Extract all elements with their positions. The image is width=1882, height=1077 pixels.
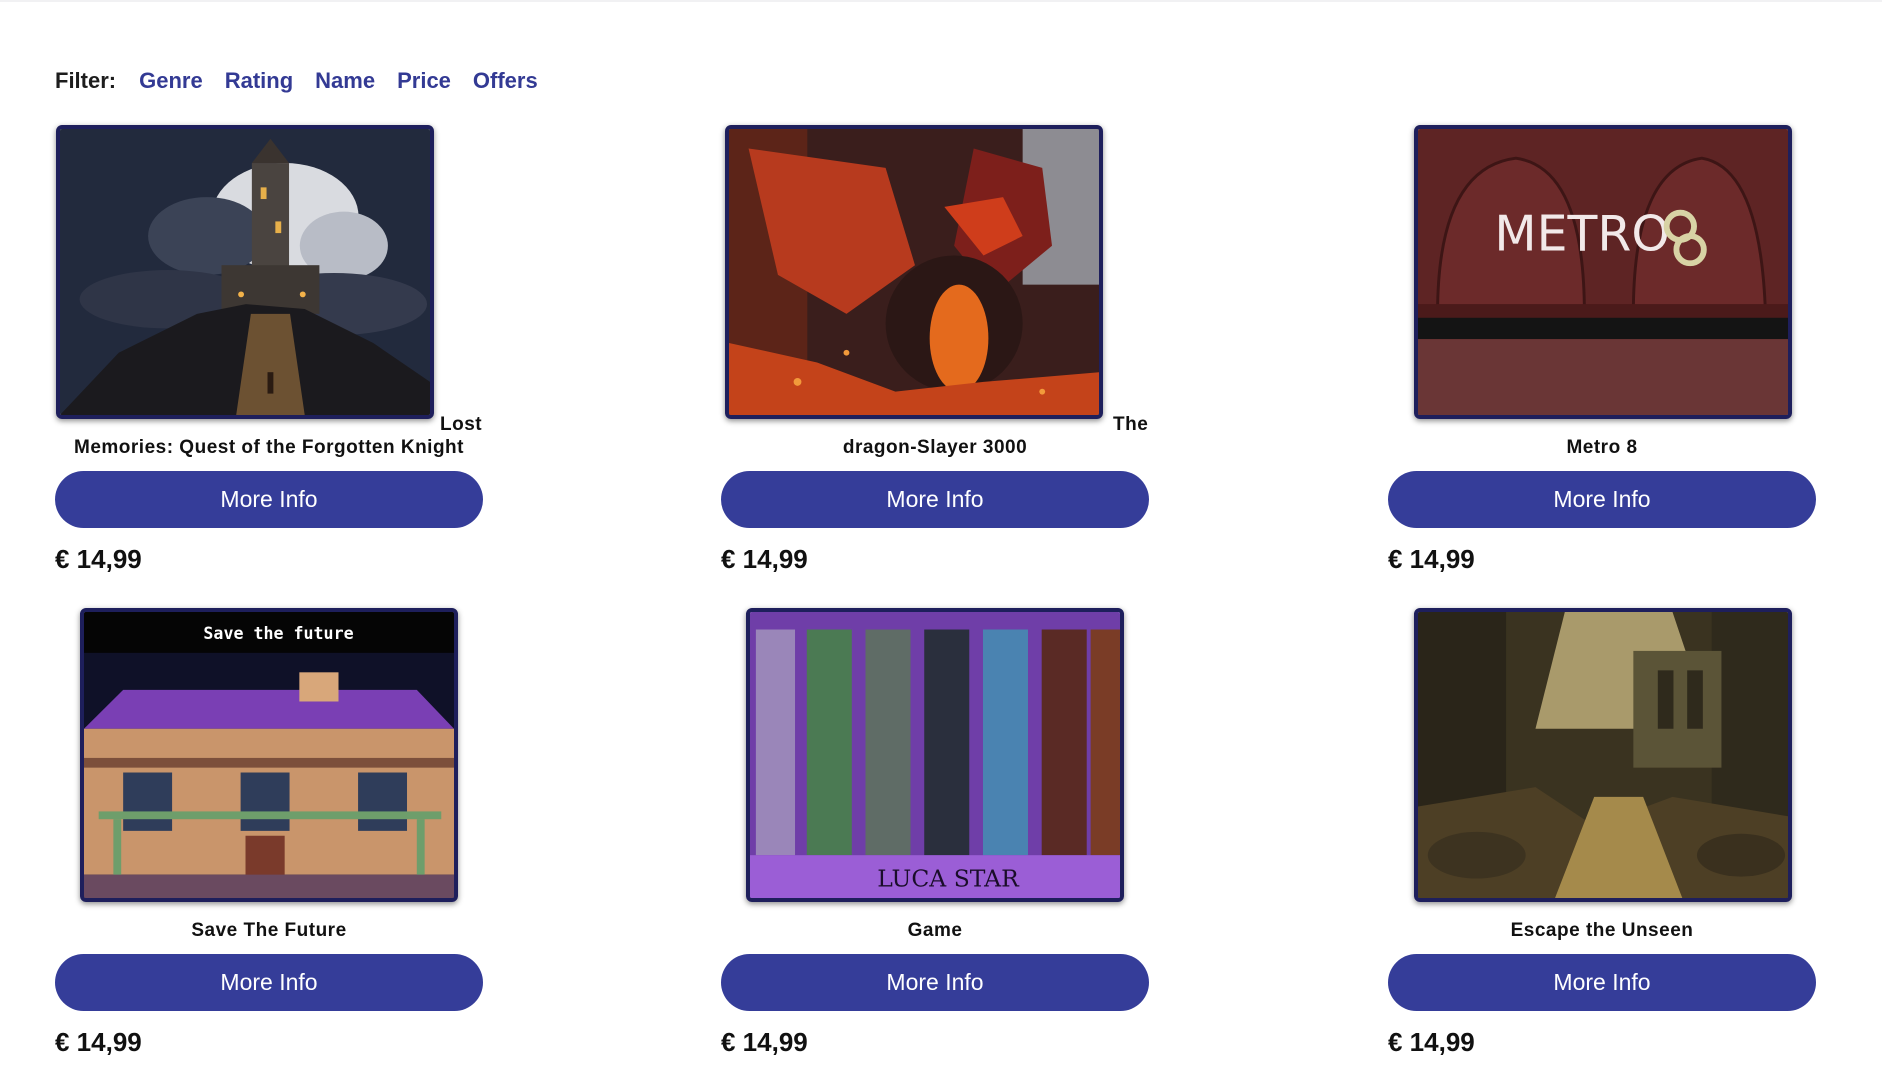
filter-name-link[interactable]: Name [315, 68, 375, 94]
game-cover-image[interactable] [725, 125, 1103, 419]
more-info-button[interactable]: More Info [721, 471, 1149, 528]
filter-offers-link[interactable]: Offers [473, 68, 538, 94]
more-info-button[interactable]: More Info [55, 471, 483, 528]
svg-text:Save the future: Save the future [203, 624, 353, 643]
filter-price-link[interactable]: Price [397, 68, 451, 94]
game-cover-image[interactable]: METRO [1414, 125, 1792, 419]
game-title: Game [907, 920, 963, 941]
game-price: € 14,99 [721, 1027, 808, 1057]
game-title: Save The Future [191, 920, 347, 941]
game-card: Escape the Unseen More Info € 14,99 [1388, 608, 1816, 1063]
svg-text:METRO: METRO [1494, 206, 1670, 263]
luca-star-panels-image: LUCA STAR [750, 612, 1120, 898]
game-title: Memories: Quest of the Forgotten Knight [74, 437, 464, 458]
game-cover-image[interactable] [1414, 608, 1792, 902]
game-card: Save the future Save The Future More Inf… [55, 608, 483, 1063]
game-title: dragon-Slayer 3000 [842, 437, 1028, 458]
forest-ruins-image [1418, 612, 1788, 898]
game-cover-image[interactable] [56, 125, 434, 419]
more-info-button[interactable]: More Info [1388, 954, 1816, 1011]
top-divider [0, 0, 1882, 2]
game-price: € 14,99 [55, 1027, 142, 1057]
game-title: Escape the Unseen [1510, 920, 1694, 941]
svg-text:LUCA STAR: LUCA STAR [877, 864, 1020, 892]
metro-8-logo-image: METRO [1418, 129, 1788, 415]
game-cover-image[interactable]: LUCA STAR [746, 608, 1124, 902]
game-title: Metro 8 [1566, 437, 1638, 458]
game-card: The dragon-Slayer 3000 More Info € 14,99 [721, 125, 1149, 580]
dark-castle-on-hill-image [60, 129, 430, 415]
more-info-button[interactable]: More Info [721, 954, 1149, 1011]
game-price: € 14,99 [1388, 544, 1475, 574]
game-cover-image[interactable]: Save the future [80, 608, 458, 902]
game-price: € 14,99 [55, 544, 142, 574]
more-info-button[interactable]: More Info [1388, 471, 1816, 528]
game-price: € 14,99 [1388, 1027, 1475, 1057]
filter-label: Filter: [55, 68, 117, 93]
game-card: LUCA STAR Game More Info € 14,99 [721, 608, 1149, 1063]
game-title-prefix: Lost [440, 414, 483, 435]
game-card: METRO Metro 8 More Info € 14,99 [1388, 125, 1816, 580]
purple-mansion-image: Save the future [84, 612, 454, 898]
game-title-prefix: The [1113, 414, 1149, 435]
game-card: Lost Memories: Quest of the Forgotten Kn… [55, 125, 483, 580]
filter-rating-link[interactable]: Rating [225, 68, 293, 94]
more-info-button[interactable]: More Info [55, 954, 483, 1011]
filter-genre-link[interactable]: Genre [139, 68, 203, 94]
filter-bar: Filter: Genre Rating Name Price Offers [55, 68, 538, 94]
game-price: € 14,99 [721, 544, 808, 574]
red-dragon-image [729, 129, 1099, 415]
